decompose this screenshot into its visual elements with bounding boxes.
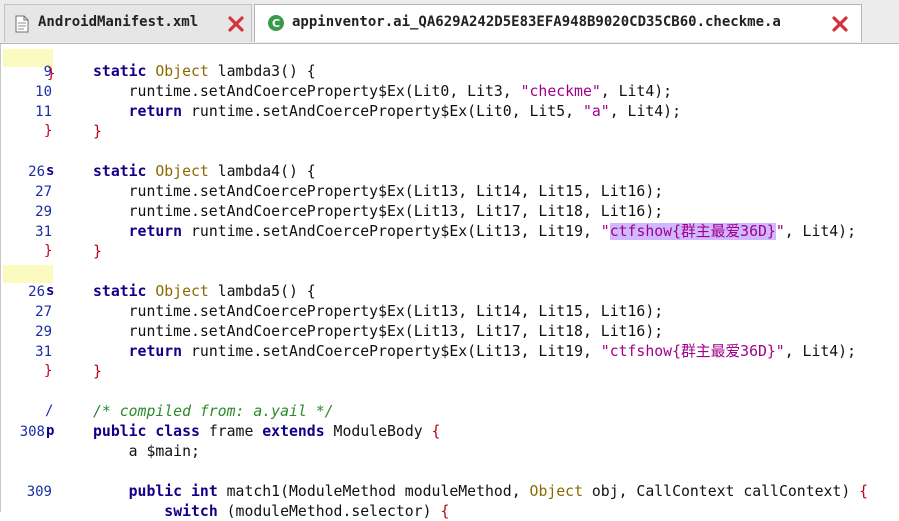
code-line: return runtime.setAndCoerceProperty$Ex(L… [128, 223, 857, 240]
class-file-icon: C [267, 14, 285, 36]
line-number: 31 [35, 344, 52, 360]
tab-android-manifest[interactable]: AndroidManifest.xml [4, 4, 252, 42]
code-line: runtime.setAndCoerceProperty$Ex(Lit13, L… [93, 203, 664, 220]
code-line: runtime.setAndCoerceProperty$Ex(Lit13, L… [93, 183, 664, 200]
line-number: 31 [35, 224, 52, 240]
line-number: 308 [19, 424, 45, 440]
line-number: 26 [28, 284, 45, 300]
code-line: public int match1(ModuleMethod moduleMet… [128, 483, 869, 500]
code-line: runtime.setAndCoerceProperty$Ex(Lit13, L… [93, 323, 664, 340]
code-line: } [93, 123, 102, 140]
gutter-mark-s: s [46, 163, 55, 179]
code-line: runtime.setAndCoerceProperty$Ex(Lit13, L… [93, 303, 664, 320]
tab-label: appinventor.ai_QA629A242D5E83EFA948B9020… [292, 14, 781, 30]
code-line: return runtime.setAndCoerceProperty$Ex(L… [128, 103, 681, 120]
gutter-brace: } [44, 123, 53, 139]
line-number: 29 [35, 204, 52, 220]
code-line: } [93, 363, 102, 380]
code-line: } [93, 243, 102, 260]
code-line: static Object lambda3() { [93, 63, 316, 80]
line-number: 27 [35, 184, 52, 200]
svg-text:C: C [272, 17, 280, 30]
code-editor[interactable]: 9 } 10 11 } 26 s 27 29 31 } 26 s 27 29 3… [0, 44, 899, 520]
gutter-line-highlight [3, 265, 53, 283]
code-line: switch (moduleMethod.selector) { [164, 503, 450, 520]
tab-checkme-class[interactable]: C appinventor.ai_QA629A242D5E83EFA948B90… [254, 4, 862, 42]
gutter-mark-p: p [46, 423, 55, 439]
gutter-mark-s: s [46, 283, 55, 299]
tab-label: AndroidManifest.xml [38, 14, 199, 30]
line-number: 29 [35, 324, 52, 340]
close-tab-icon[interactable] [831, 15, 849, 33]
line-number: 27 [35, 304, 52, 320]
line-number: 10 [35, 84, 52, 100]
gutter-brace: } [44, 243, 53, 259]
xml-file-icon [15, 15, 29, 37]
code-line: static Object lambda5() { [93, 283, 316, 300]
gutter-brace: } [44, 363, 53, 379]
code-line: return runtime.setAndCoerceProperty$Ex(L… [128, 343, 856, 360]
code-comment: /* compiled from: a.yail */ [93, 403, 334, 420]
editor-tab-bar: AndroidManifest.xml C appinventor.ai_QA6… [0, 0, 899, 44]
selected-text: ctfshow{群主最爱36D} [609, 223, 776, 240]
code-line: a $main; [93, 443, 200, 460]
line-number: 11 [35, 104, 52, 120]
code-line: public class frame extends ModuleBody { [93, 423, 441, 440]
code-line: static Object lambda4() { [93, 163, 316, 180]
close-tab-icon[interactable] [227, 15, 245, 33]
gutter-slash: / [45, 403, 54, 419]
line-number: 309 [26, 484, 52, 500]
gutter-brace: } [47, 66, 56, 82]
line-number: 26 [28, 164, 45, 180]
code-line: runtime.setAndCoerceProperty$Ex(Lit0, Li… [93, 83, 673, 100]
